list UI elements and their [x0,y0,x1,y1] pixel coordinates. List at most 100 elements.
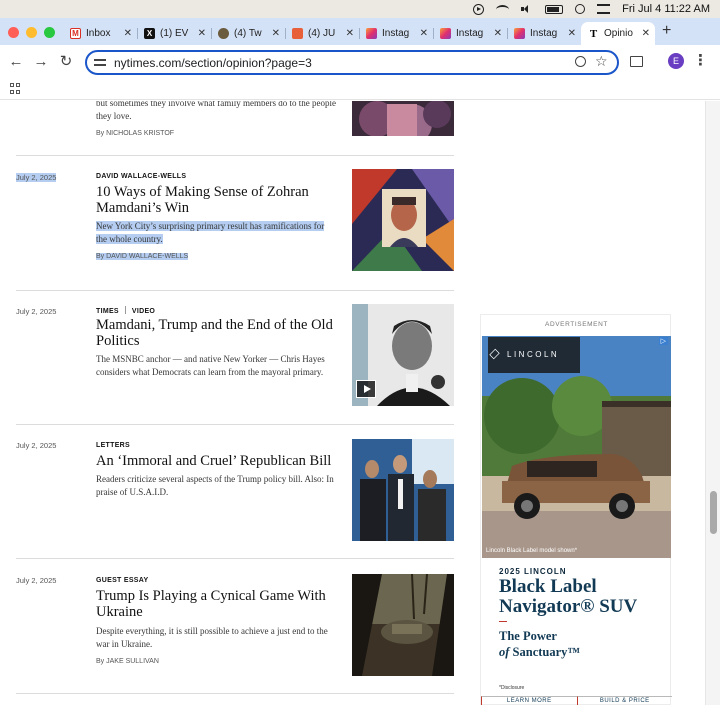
article-headline[interactable]: An ‘Immoral and Cruel’ Republican Bill [96,453,336,469]
tab-twitter[interactable]: (4) Tw ✕ [211,22,285,45]
article-kicker[interactable]: GUEST ESSAY [96,577,148,584]
window-controls [8,27,55,38]
close-tab-icon[interactable]: ✕ [124,28,132,39]
ad-disclosure[interactable]: *Disclosure [499,685,524,691]
page-scrollbar[interactable] [705,101,720,705]
advertisement[interactable]: ADVERTISEMENT LINCOLN ▷ Lincoln Black La… [480,314,672,705]
control-center-icon[interactable] [597,4,611,14]
lincoln-brand-text: LINCOLN [507,349,560,359]
article-summary[interactable]: but sometimes they involve what family m… [96,101,336,123]
close-tab-icon[interactable]: ✕ [346,28,354,39]
ad-tagline-line-2: of Sanctuary™ [499,644,669,660]
article-image[interactable] [352,439,454,541]
article-divider [16,155,454,156]
close-tab-icon[interactable]: ✕ [494,28,502,39]
article-item: July 2, 2025 GUEST ESSAY Trump Is Playin… [16,574,454,684]
article-date: July 2, 2025 [16,173,57,182]
close-tab-icon[interactable]: ✕ [420,28,428,39]
tab-title: Instag [382,28,410,39]
address-bar-url[interactable]: nytimes.com/section/opinion?page=3 [114,56,312,70]
bookmark-star-icon[interactable]: ☆ [595,53,608,70]
tab-ju[interactable]: (4) JU ✕ [285,22,359,45]
ad-tagline-rest: Sanctuary™ [509,645,580,659]
article-summary-wrapper: New York City’s surprising primary resul… [96,220,336,246]
tab-nyt-opinion[interactable]: T Opinio ✕ [581,22,655,45]
minimize-window-button[interactable] [26,27,37,38]
close-tab-icon[interactable]: ✕ [272,28,280,39]
tab-title: Instag [456,28,484,39]
article-byline[interactable]: By DAVID WALLACE-WELLS [96,253,189,260]
browser-tab-strip: M Inbox ✕ X (1) EV ✕ (4) Tw ✕ (4) JU ✕ I… [0,18,720,45]
scrollbar-thumb[interactable] [710,491,717,534]
now-playing-icon[interactable] [473,3,485,15]
tab-instagram[interactable]: Instag ✕ [433,22,507,45]
forward-button[interactable]: → [32,53,50,71]
menu-bar-status-area: Fri Jul 4 11:22 AM [473,0,710,18]
spotlight-search-icon[interactable] [575,4,586,14]
article-headline[interactable]: Trump Is Playing a Cynical Game With Ukr… [96,588,336,620]
browser-menu-icon[interactable]: ⋮ [693,51,708,69]
back-button[interactable]: ← [7,53,25,71]
ad-choices-icon[interactable]: ▷ [658,337,668,345]
article-byline[interactable]: By NICHOLAS KRISTOF [96,130,174,137]
apps-grid-icon[interactable] [10,83,21,94]
tab-gmail[interactable]: M Inbox ✕ [63,22,137,45]
build-and-price-button[interactable]: BUILD & PRICE [576,696,672,705]
tab-title: (4) JU [308,28,336,39]
article-headline[interactable]: Mamdani, Trump and the End of the Old Po… [96,317,336,349]
twitter-avatar-icon [218,28,229,39]
zoom-window-button[interactable] [44,27,55,38]
wifi-icon[interactable] [496,4,510,14]
kicker-video: VIDEO [131,308,156,315]
reload-button[interactable]: ↻ [57,53,75,71]
address-bar[interactable]: nytimes.com/section/opinion?page=3 ☆ [85,50,619,75]
ad-caption: Lincoln Black Label model shown* [486,548,578,554]
article-item: but sometimes they involve what family m… [16,101,454,151]
volume-icon[interactable] [521,4,533,14]
article-image[interactable] [352,101,454,136]
video-thumbnail[interactable] [352,304,454,406]
battery-icon[interactable] [545,4,564,14]
article-image[interactable] [352,169,454,271]
learn-more-button[interactable]: LEARN MORE [481,696,577,705]
zoom-icon[interactable] [575,56,586,67]
article-image[interactable] [352,574,454,676]
article-summary[interactable]: Despite everything, it is still possible… [96,625,336,651]
ad-title[interactable]: Black Label Navigator® SUV [499,577,669,617]
tab-title: Instag [530,28,558,39]
x-icon: X [144,28,155,39]
tab-search-icon[interactable] [630,56,643,67]
close-window-button[interactable] [8,27,19,38]
article-byline[interactable]: By JAKE SULLIVAN [96,658,159,665]
tab-list: M Inbox ✕ X (1) EV ✕ (4) Tw ✕ (4) JU ✕ I… [63,22,655,45]
menu-bar-clock[interactable]: Fri Jul 4 11:22 AM [622,3,710,15]
article-summary[interactable]: The MSNBC anchor — and native New Yorker… [96,353,336,379]
new-tab-button[interactable]: + [662,22,671,40]
close-tab-icon[interactable]: ✕ [642,28,650,39]
article-kicker[interactable]: DAVID WALLACE-WELLS [96,173,186,180]
tab-x[interactable]: X (1) EV ✕ [137,22,211,45]
site-settings-icon[interactable] [94,57,106,68]
close-tab-icon[interactable]: ✕ [198,28,206,39]
close-tab-icon[interactable]: ✕ [568,28,576,39]
profile-avatar[interactable]: E [668,53,684,69]
tab-instagram[interactable]: Instag ✕ [507,22,581,45]
article-divider [16,558,454,559]
kicker-times: TIMES [96,308,119,315]
ad-cta-row: LEARN MORE BUILD & PRICE [481,696,672,705]
article-date: July 2, 2025 [16,576,57,585]
article-summary[interactable]: Readers criticize several aspects of the… [96,473,336,499]
ad-image[interactable]: LINCOLN ▷ Lincoln Black Label model show… [482,336,671,558]
play-icon[interactable] [356,380,376,398]
article-kicker[interactable]: LETTERS [96,442,130,449]
article-divider [16,693,454,694]
ad-tagline-line-1: The Power [499,629,557,643]
tab-title: Inbox [86,28,111,39]
kicker-separator [124,306,126,314]
tab-instagram[interactable]: Instag ✕ [359,22,433,45]
article-divider [16,424,454,425]
article-item: July 2, 2025 DAVID WALLACE-WELLS 10 Ways… [16,169,454,281]
article-headline[interactable]: 10 Ways of Making Sense of Zohran Mamdan… [96,184,336,216]
article-summary[interactable]: New York City’s surprising primary resul… [96,221,325,244]
article-kicker[interactable]: TIMES VIDEO [96,306,155,315]
